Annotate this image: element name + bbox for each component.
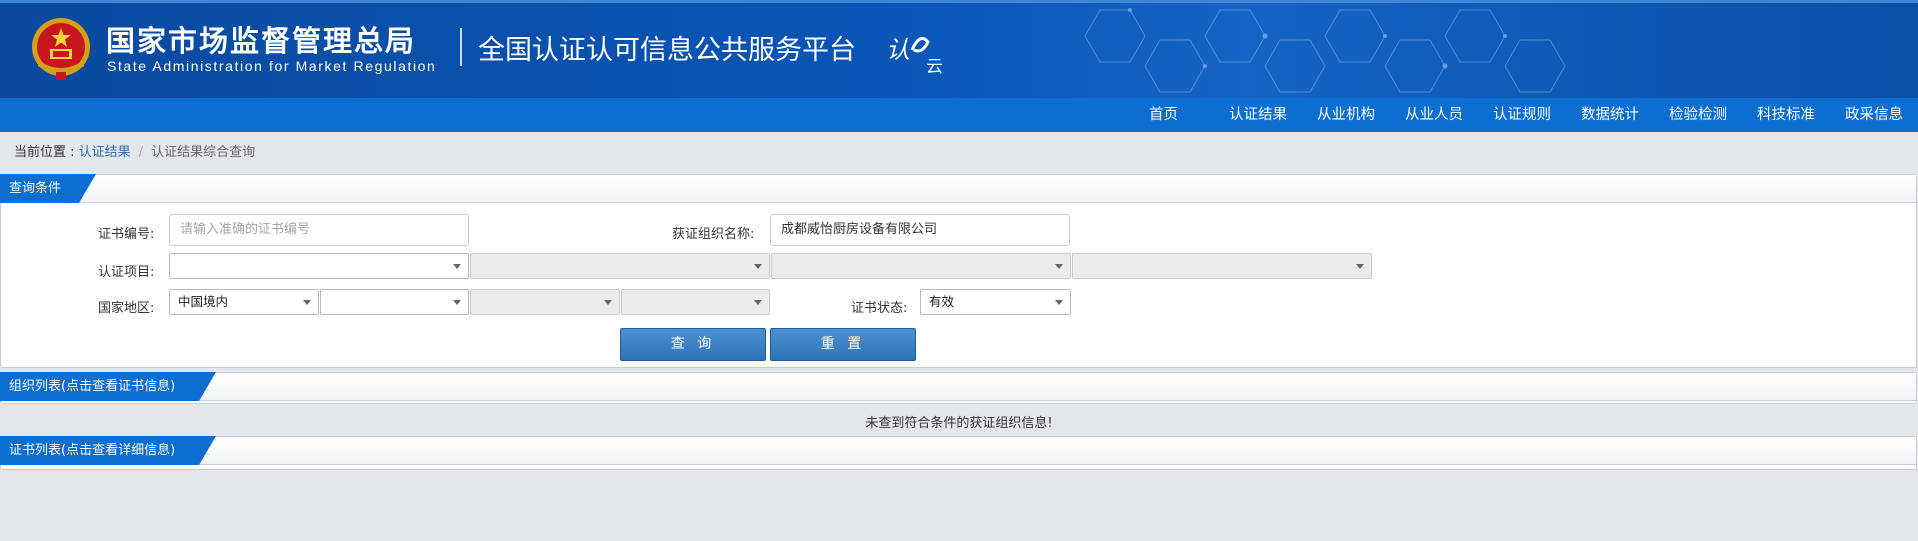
header-top-line [0, 0, 1918, 3]
chevron-down-icon [1055, 300, 1063, 305]
national-emblem-icon [32, 18, 90, 80]
chevron-down-icon [453, 300, 461, 305]
cert-no-input[interactable]: 请输入准确的证书编号 [169, 214, 469, 246]
query-panel-header: 查询条件 [1, 175, 1916, 203]
query-section-title: 查询条件 [0, 174, 96, 203]
org-name-label: 获证组织名称: [672, 227, 755, 242]
nav-cert-rules[interactable]: 认证规则 [1478, 98, 1566, 132]
chevron-down-icon [1356, 264, 1364, 269]
cert-list-section-title: 证书列表(点击查看详细信息) [0, 436, 216, 465]
org-list-empty-message: 未查到符合条件的获证组织信息! [865, 416, 1053, 431]
chevron-down-icon [453, 264, 461, 269]
nav-statistics[interactable]: 数据统计 [1566, 98, 1654, 132]
site-name-english: State Administration for Market Regulati… [107, 58, 437, 74]
breadcrumb: 当前位置 : 认证结果 / 认证结果综合查询 [14, 141, 255, 160]
nav-institutions[interactable]: 从业机构 [1302, 98, 1390, 132]
cert-no-label: 证书编号: [98, 227, 155, 242]
cert-status-select-value: 有效 [929, 294, 955, 309]
chevron-down-icon [303, 300, 311, 305]
search-button[interactable]: 查 询 [620, 328, 766, 361]
cert-list-panel: 证书列表(点击查看详细信息) [0, 436, 1917, 470]
cert-project-select-1[interactable] [169, 253, 469, 279]
nav-home[interactable]: 首页 [1134, 98, 1214, 132]
org-list-panel: 组织列表(点击查看证书信息) [0, 372, 1917, 404]
nav-list: 首页 认证结果 从业机构 从业人员 认证规则 数据统计 检验检测 科技标准 政采信息 [1134, 98, 1918, 132]
breadcrumb-link-cert-results[interactable]: 认证结果 [79, 145, 131, 160]
cert-list-panel-header: 证书列表(点击查看详细信息) [1, 437, 1916, 465]
breadcrumb-prefix: 当前位置 : [14, 145, 79, 160]
cert-project-select-4[interactable] [1072, 253, 1372, 279]
chevron-down-icon [754, 300, 762, 305]
region-select-4[interactable] [621, 289, 770, 315]
header-divider [460, 28, 462, 66]
region-select-3[interactable] [470, 289, 620, 315]
logo-text-yun: 云 [926, 57, 943, 76]
nav-tech-standards[interactable]: 科技标准 [1742, 98, 1830, 132]
org-name-input[interactable]: 成都威怡厨房设备有限公司 [770, 214, 1070, 246]
site-name-chinese: 国家市场监督管理总局 [106, 24, 417, 58]
breadcrumb-current: 认证结果综合查询 [151, 145, 256, 160]
breadcrumb-separator: / [138, 145, 144, 160]
chevron-down-icon [604, 300, 612, 305]
site-header: 国家市场监督管理总局 State Administration for Mark… [0, 0, 1918, 98]
cert-status-label: 证书状态: [851, 301, 908, 316]
main-nav: 首页 认证结果 从业机构 从业人员 认证规则 数据统计 检验检测 科技标准 政采信息 [0, 98, 1918, 132]
chevron-down-icon [754, 264, 762, 269]
cert-project-select-3[interactable] [771, 253, 1071, 279]
hexagon-pattern-decoration [1084, 8, 1566, 93]
cert-status-select[interactable]: 有效 [920, 289, 1071, 315]
logo-text-ren: 认 [886, 36, 910, 64]
region-select-1[interactable]: 中国境内 [169, 289, 319, 315]
nav-cert-results[interactable]: 认证结果 [1214, 98, 1302, 132]
cert-project-select-2[interactable] [470, 253, 770, 279]
org-list-panel-header: 组织列表(点击查看证书信息) [1, 373, 1916, 401]
region-select-1-value: 中国境内 [178, 294, 229, 309]
platform-title: 全国认证认可信息公共服务平台 [478, 35, 856, 66]
org-list-section-title: 组织列表(点击查看证书信息) [0, 372, 216, 401]
renzheng-cloud-logo: 认 云 [886, 36, 943, 76]
nav-inspection-testing[interactable]: 检验检测 [1654, 98, 1742, 132]
region-select-2[interactable] [320, 289, 469, 315]
cert-project-label: 认证项目: [98, 265, 155, 280]
reset-button[interactable]: 重 置 [770, 328, 916, 361]
nav-government-procurement[interactable]: 政采信息 [1830, 98, 1918, 132]
region-label: 国家地区: [98, 301, 155, 316]
nav-personnel[interactable]: 从业人员 [1390, 98, 1478, 132]
chevron-down-icon [1055, 264, 1063, 269]
